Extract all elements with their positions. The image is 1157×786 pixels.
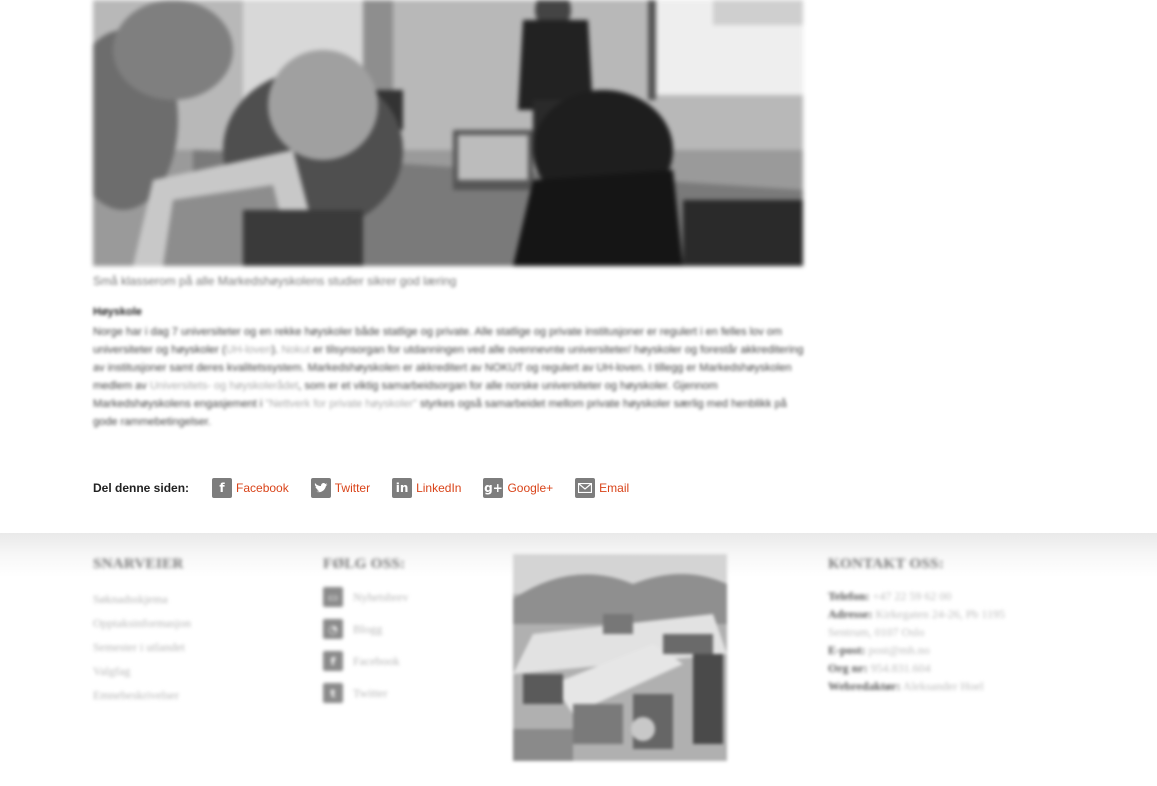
share-facebook-label: Facebook	[236, 481, 289, 495]
address-line2: Sentrum, 0107 Oslo	[828, 625, 925, 639]
facebook-icon: f	[212, 478, 233, 498]
address-label: Adresse:	[828, 607, 873, 621]
follow-label: Facebook	[353, 653, 400, 668]
phone-label: Telefon:	[828, 589, 870, 603]
footer-follow: FØLG OSS: ▭ Nyhetsbrev ◔ Blogg f Faceboo…	[323, 556, 408, 715]
campus-map[interactable]	[513, 554, 727, 761]
email-link[interactable]: post@mh.no	[868, 643, 929, 657]
share-linkedin-link[interactable]: in LinkedIn	[392, 478, 461, 498]
follow-blog-link[interactable]: ◔ Blogg	[323, 619, 408, 639]
contact-address-2: Sentrum, 0107 Oslo	[828, 623, 1005, 641]
share-twitter-label: Twitter	[334, 481, 371, 495]
newsletter-icon: ▭	[323, 587, 343, 607]
article-heading: Høyskole	[93, 306, 142, 318]
org-label: Org nr:	[828, 661, 868, 675]
googleplus-icon: g+	[483, 478, 504, 498]
twitter-icon	[310, 478, 331, 498]
follow-facebook-link[interactable]: f Facebook	[323, 651, 408, 671]
share-googleplus-label: Google+	[507, 481, 554, 495]
twitter-icon: t	[323, 683, 343, 703]
facebook-icon: f	[323, 651, 343, 671]
email-icon	[575, 478, 596, 498]
follow-label: Twitter	[353, 685, 388, 700]
shortcut-link[interactable]: Søknadsskjema	[93, 587, 191, 611]
phone-value: +47 22 59 62 00	[872, 589, 952, 603]
uhr-link[interactable]: Universitets- og høyskolerådet	[150, 380, 299, 392]
share-email-label: Email	[599, 481, 630, 495]
photo-caption: Små klasserom på alle Markedshøyskolens …	[93, 274, 457, 288]
nokut-link[interactable]: Nokut	[281, 344, 310, 356]
article-body: Norge har i dag 7 universiteter og en re…	[93, 323, 805, 431]
contact-heading: KONTAKT OSS:	[828, 556, 944, 572]
linkedin-icon: in	[392, 478, 413, 498]
contact-email: E-post: post@mh.no	[828, 641, 1005, 659]
contact-phone: Telefon: +47 22 59 62 00	[828, 587, 1005, 605]
email-label: E-post:	[828, 643, 866, 657]
webeditor-label: Webredaktør:	[828, 679, 901, 693]
share-googleplus-link[interactable]: g+ Google+	[483, 478, 553, 498]
classroom-photo	[93, 0, 803, 266]
shortcuts-heading: SNARVEIER	[93, 556, 184, 572]
nettverk-link[interactable]: "Nettverk for private høyskoler"	[265, 398, 416, 410]
contact-org: Org nr: 954.831.604	[828, 659, 1005, 677]
follow-label: Nyhetsbrev	[353, 589, 409, 604]
webeditor-value: Aleksander Hoel	[902, 679, 984, 693]
share-twitter-link[interactable]: Twitter	[310, 478, 371, 498]
shortcut-link[interactable]: Emnebeskrivelser	[93, 683, 191, 707]
shortcut-link[interactable]: Opptaksinformasjon	[93, 611, 191, 635]
follow-newsletter-link[interactable]: ▭ Nyhetsbrev	[323, 587, 408, 607]
rss-icon: ◔	[323, 619, 343, 639]
share-email-link[interactable]: Email	[575, 478, 629, 498]
follow-heading: FØLG OSS:	[323, 556, 406, 572]
contact-webeditor: Webredaktør: Aleksander Hoel	[828, 677, 1005, 695]
uh-lov-link[interactable]: UH-loven	[226, 344, 272, 356]
follow-label: Blogg	[353, 621, 383, 636]
footer-contact: KONTAKT OSS: Telefon: +47 22 59 62 00 Ad…	[828, 556, 1005, 695]
share-linkedin-label: LinkedIn	[416, 481, 462, 495]
share-bar: Del denne siden: f Facebook Twitter in L…	[93, 478, 651, 498]
org-value: 954.831.604	[870, 661, 931, 675]
shortcut-link[interactable]: Semester i utlandet	[93, 635, 191, 659]
share-label: Del denne siden:	[93, 481, 190, 495]
shortcut-link[interactable]: Valgfag	[93, 659, 191, 683]
follow-twitter-link[interactable]: t Twitter	[323, 683, 408, 703]
address-line1: Kirkegaten 24-26, Pb 1195	[875, 607, 1005, 621]
article-text: ).	[271, 344, 282, 356]
footer-shortcuts: SNARVEIER Søknadsskjema Opptaksinformasj…	[93, 556, 191, 707]
share-facebook-link[interactable]: f Facebook	[212, 478, 289, 498]
contact-address: Adresse: Kirkegaten 24-26, Pb 1195	[828, 605, 1005, 623]
